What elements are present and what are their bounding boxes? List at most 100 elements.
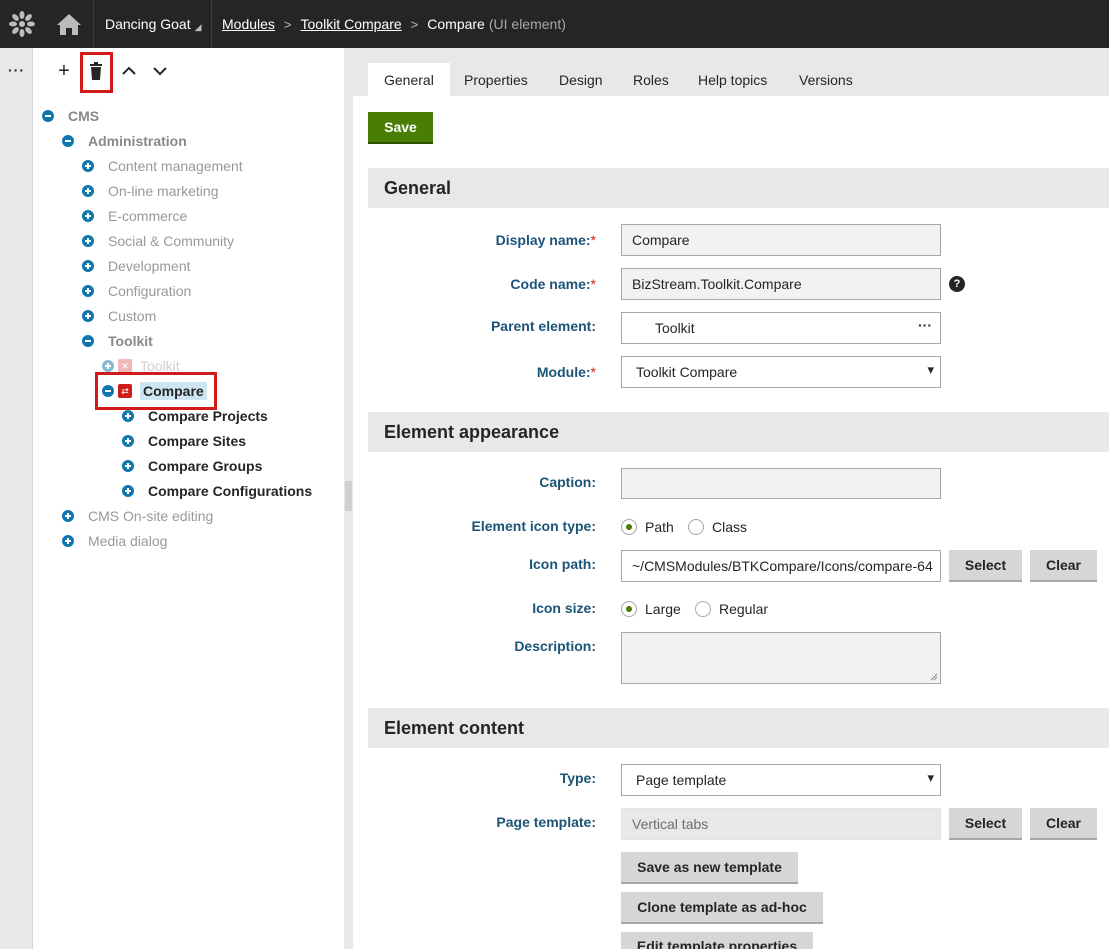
tree-toolbar: + <box>34 48 344 94</box>
tree-node-content-management[interactable]: Content management <box>82 155 243 177</box>
tree-label: E-commerce <box>108 208 188 224</box>
caption-input[interactable] <box>621 468 941 499</box>
breadcrumb-modules-link[interactable]: Modules <box>222 16 275 32</box>
tab-roles[interactable]: Roles <box>617 63 685 96</box>
expand-icon[interactable] <box>122 460 134 472</box>
save-as-new-template-button[interactable]: Save as new template <box>621 852 798 884</box>
icon-path-input[interactable]: ~/CMSModules/BTKCompare/Icons/compare-64 <box>621 550 941 582</box>
description-textarea[interactable] <box>621 632 941 684</box>
move-up-button[interactable] <box>114 56 144 86</box>
expand-icon[interactable] <box>82 210 94 222</box>
expand-icon[interactable] <box>122 410 134 422</box>
tab-versions[interactable]: Versions <box>783 63 869 96</box>
section-appearance-header: Element appearance <box>368 412 1109 452</box>
tree-node-compare-projects[interactable]: Compare Projects <box>122 405 268 427</box>
collapse-icon[interactable] <box>102 385 114 397</box>
more-options-icon[interactable]: ··· <box>8 62 25 78</box>
add-element-button[interactable]: + <box>49 56 79 86</box>
collapse-icon[interactable] <box>82 335 94 347</box>
icon-size-label: Icon size: <box>532 600 596 616</box>
home-icon[interactable] <box>44 0 94 48</box>
resize-handle-icon[interactable] <box>930 673 938 681</box>
module-select[interactable]: Toolkit Compare <box>621 356 941 388</box>
plus-icon: + <box>58 59 70 82</box>
chevron-up-icon <box>122 66 136 75</box>
save-button[interactable]: Save <box>368 112 433 144</box>
tree-label: Compare <box>140 382 207 400</box>
tree-label: Toolkit <box>108 333 153 349</box>
tab-help-topics[interactable]: Help topics <box>682 63 783 96</box>
tree-node-online-marketing[interactable]: On-line marketing <box>82 180 219 202</box>
tree-node-social-community[interactable]: Social & Community <box>82 230 234 252</box>
tree-label: Compare Configurations <box>148 483 313 499</box>
type-select[interactable]: Page template <box>621 764 941 796</box>
collapse-icon[interactable] <box>42 110 54 122</box>
display-name-label: Display name:* <box>495 232 596 248</box>
tree-node-ecommerce[interactable]: E-commerce <box>82 205 187 227</box>
panel-splitter[interactable] <box>344 48 353 949</box>
tree-node-development[interactable]: Development <box>82 255 191 277</box>
page-template-clear-button[interactable]: Clear <box>1030 808 1097 840</box>
top-bar: Dancing Goat ◢ Modules > Toolkit Compare… <box>0 0 1109 48</box>
icon-size-large-radio[interactable]: Large <box>621 601 681 617</box>
clone-template-button[interactable]: Clone template as ad-hoc <box>621 892 823 924</box>
tree-label: Compare Projects <box>148 408 268 424</box>
expand-icon[interactable] <box>82 160 94 172</box>
delete-element-button[interactable] <box>81 56 111 86</box>
tree-node-compare-configurations[interactable]: Compare Configurations <box>122 480 312 502</box>
kentico-logo-icon[interactable] <box>0 0 44 48</box>
parent-element-selector[interactable]: Toolkit ··· <box>621 312 941 344</box>
icon-type-path-radio[interactable]: Path <box>621 519 674 535</box>
icon-path-select-button[interactable]: Select <box>949 550 1022 582</box>
expand-icon[interactable] <box>82 185 94 197</box>
tree-label: Development <box>108 258 191 274</box>
splitter-grip[interactable] <box>345 481 352 511</box>
type-label: Type: <box>559 770 596 786</box>
expand-icon[interactable] <box>62 510 74 522</box>
expand-icon[interactable] <box>122 435 134 447</box>
tree-node-cms[interactable]: CMS <box>42 105 99 127</box>
tree-label: Compare Sites <box>148 433 247 449</box>
chevron-down-icon <box>153 67 167 76</box>
icon-type-class-radio[interactable]: Class <box>688 519 747 535</box>
icon-path-clear-button[interactable]: Clear <box>1030 550 1097 582</box>
tab-design[interactable]: Design <box>543 63 619 96</box>
expand-icon[interactable] <box>82 285 94 297</box>
code-name-input[interactable]: BizStream.Toolkit.Compare <box>621 268 941 300</box>
tree-node-toolkit[interactable]: Toolkit <box>82 330 153 352</box>
expand-icon[interactable] <box>82 310 94 322</box>
tree-node-compare[interactable]: ⇄ Compare <box>102 380 207 402</box>
tree-node-configuration[interactable]: Configuration <box>82 280 191 302</box>
expand-icon[interactable] <box>122 485 134 497</box>
collapse-icon[interactable] <box>62 135 74 147</box>
parent-element-label: Parent element: <box>490 318 596 334</box>
tree-node-custom[interactable]: Custom <box>82 305 156 327</box>
site-selector[interactable]: Dancing Goat ◢ <box>94 0 212 48</box>
help-icon[interactable]: ? <box>949 276 965 292</box>
tree-node-media-dialog[interactable]: Media dialog <box>62 530 167 552</box>
compare-icon: ⇄ <box>118 384 132 398</box>
display-name-input[interactable]: Compare <box>621 224 941 256</box>
icon-size-regular-radio[interactable]: Regular <box>695 601 768 617</box>
tab-properties[interactable]: Properties <box>448 63 544 96</box>
tree-label: CMS On-site editing <box>88 508 214 524</box>
tab-general[interactable]: General <box>368 63 450 96</box>
expand-icon[interactable] <box>82 235 94 247</box>
radio-selected-icon <box>621 601 637 617</box>
tree-node-administration[interactable]: Administration <box>62 130 187 152</box>
radio-label: Regular <box>719 601 769 617</box>
tree-node-onsite-editing[interactable]: CMS On-site editing <box>62 505 213 527</box>
tree-node-compare-sites[interactable]: Compare Sites <box>122 430 246 452</box>
page-template-select-button[interactable]: Select <box>949 808 1022 840</box>
move-down-button[interactable] <box>145 56 175 86</box>
expand-icon[interactable] <box>82 260 94 272</box>
radio-unselected-icon <box>688 519 704 535</box>
expand-icon[interactable] <box>102 360 114 372</box>
tab-bar: General Properties Design Roles Help top… <box>353 48 1109 96</box>
tree-node-compare-groups[interactable]: Compare Groups <box>122 455 262 477</box>
more-icon[interactable]: ··· <box>918 317 932 333</box>
expand-icon[interactable] <box>62 535 74 547</box>
chevron-right-icon: > <box>283 16 292 32</box>
edit-template-properties-button[interactable]: Edit template properties <box>621 932 813 949</box>
breadcrumb-toolkit-compare-link[interactable]: Toolkit Compare <box>301 16 402 32</box>
